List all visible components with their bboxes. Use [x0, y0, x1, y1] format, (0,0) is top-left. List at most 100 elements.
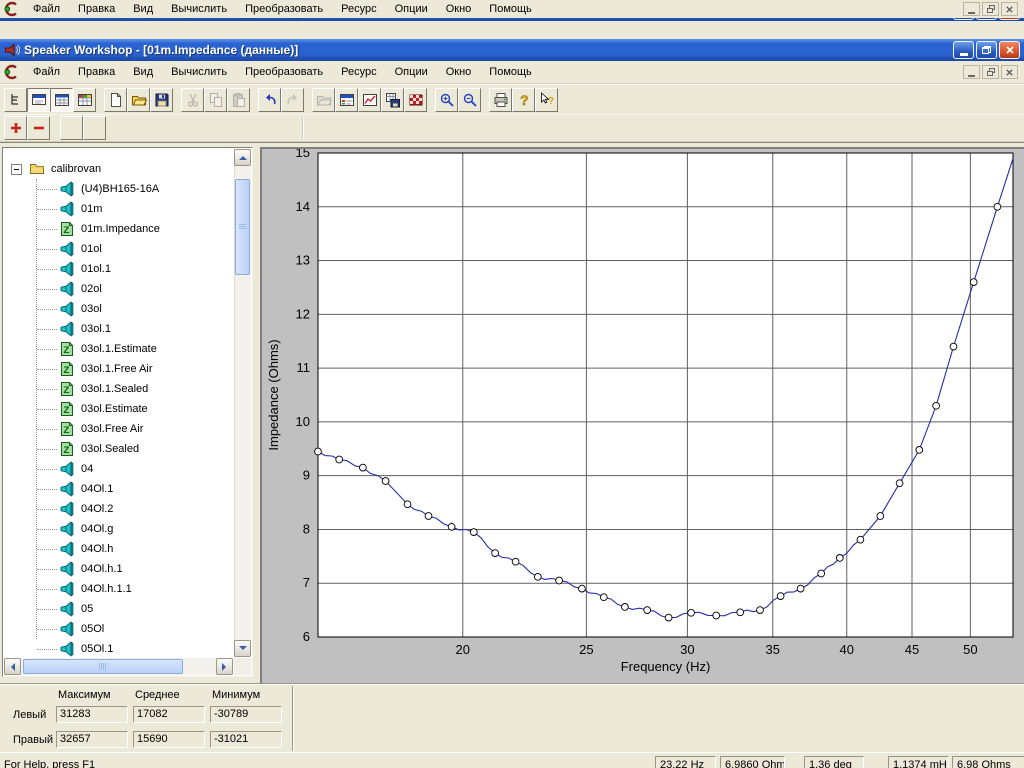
tree-item-03ol.1.Estimate[interactable]: Z03ol.1.Estimate	[3, 339, 234, 359]
menu-item-4[interactable]: Вычислить	[162, 0, 236, 18]
tree-item-01m.Impedance[interactable]: Z01m.Impedance	[3, 219, 234, 239]
tree-vertical-scrollbar[interactable]	[234, 149, 251, 657]
tree-item-03ol.Estimate[interactable]: Z03ol.Estimate	[3, 399, 234, 419]
menu-item-2[interactable]: Правка	[69, 0, 124, 18]
chart-view-button[interactable]	[358, 88, 381, 112]
speaker-icon	[59, 261, 75, 277]
menu-item-3[interactable]: Вид	[124, 0, 162, 18]
view-tree-button[interactable]	[4, 88, 27, 112]
tree-item-label: 01ol	[75, 239, 102, 259]
menu-item-7[interactable]: Опции	[386, 62, 437, 82]
toolbar-separator	[96, 88, 104, 112]
menu-item-5[interactable]: Преобразовать	[236, 0, 332, 18]
mdi-minimize-icon	[968, 12, 975, 14]
tree-item-05[interactable]: 05	[3, 599, 234, 619]
menu-item-6[interactable]: Ресурс	[332, 62, 385, 82]
status-impedance: 6.9860 Ohms	[720, 756, 785, 768]
menu-item-9[interactable]: Помощь	[480, 62, 541, 82]
new-document-button[interactable]	[104, 88, 127, 112]
menu-item-5[interactable]: Преобразовать	[236, 62, 332, 82]
mdi-minimize-button[interactable]	[963, 2, 980, 16]
save-data-button[interactable]	[381, 88, 404, 112]
mdi-close-button[interactable]	[1001, 65, 1018, 79]
tree-item-03ol.1.Sealed[interactable]: Z03ol.1.Sealed	[3, 379, 234, 399]
print-icon	[493, 92, 509, 108]
blank-1-button[interactable]	[60, 116, 83, 140]
tree-item-03ol.Free Air[interactable]: Z03ol.Free Air	[3, 419, 234, 439]
zoom-out-button[interactable]	[458, 88, 481, 112]
zoom-out-icon	[462, 92, 478, 108]
menu-item-2[interactable]: Правка	[69, 62, 124, 82]
y-tick-label: 8	[303, 521, 310, 536]
mdi-close-button[interactable]	[1001, 2, 1018, 16]
view-table-colored-button[interactable]	[73, 88, 96, 112]
menu-item-8[interactable]: Окно	[437, 62, 481, 82]
tree-item-label: 03ol.Estimate	[75, 399, 148, 419]
mdi-minimize-button[interactable]	[963, 65, 980, 79]
tree-item-04Ol.1[interactable]: 04Ol.1	[3, 479, 234, 499]
properties-window-button[interactable]	[335, 88, 358, 112]
help-button[interactable]: ?	[512, 88, 535, 112]
menu-item-4[interactable]: Вычислить	[162, 62, 236, 82]
collapse-toggle-icon[interactable]	[11, 164, 22, 175]
menu-item-7[interactable]: Опции	[386, 0, 437, 18]
open-file-button[interactable]	[127, 88, 150, 112]
tree-item-04Ol.h.1[interactable]: 04Ol.h.1	[3, 559, 234, 579]
zoom-in-button[interactable]	[435, 88, 458, 112]
data-point-marker	[382, 478, 389, 485]
menu-item-3[interactable]: Вид	[124, 62, 162, 82]
tree-item-05Ol.1[interactable]: 05Ol.1	[3, 639, 234, 658]
tree-item-01ol.1[interactable]: 01ol.1	[3, 259, 234, 279]
restore-button[interactable]	[976, 41, 997, 59]
y-tick-label: 7	[303, 575, 310, 590]
tree-item-label: 01m	[75, 199, 102, 219]
print-button[interactable]	[489, 88, 512, 112]
tree-item-02ol[interactable]: 02ol	[3, 279, 234, 299]
context-help-button[interactable]: ?	[535, 88, 558, 112]
scroll-left-button[interactable]	[4, 658, 21, 675]
save-button[interactable]	[150, 88, 173, 112]
add-button[interactable]	[4, 116, 27, 140]
data-point-marker	[688, 609, 695, 616]
view-window-button[interactable]	[27, 88, 50, 112]
mdi-restore-button[interactable]	[982, 65, 999, 79]
tree-item-05Ol[interactable]: 05Ol	[3, 619, 234, 639]
tree-horizontal-scrollbar[interactable]	[4, 658, 233, 675]
close-button[interactable]	[999, 41, 1020, 59]
horizontal-scroll-thumb[interactable]	[23, 659, 183, 674]
scroll-down-button[interactable]	[234, 640, 251, 657]
x-axis-label: Frequency (Hz)	[621, 659, 711, 674]
view-table-button[interactable]	[50, 88, 73, 112]
tree-item-03ol.Sealed[interactable]: Z03ol.Sealed	[3, 439, 234, 459]
scroll-up-button[interactable]	[234, 149, 251, 166]
menu-item-1[interactable]: Файл	[24, 62, 69, 82]
scroll-right-button[interactable]	[216, 658, 233, 675]
tree-item-01m[interactable]: 01m	[3, 199, 234, 219]
menu-item-8[interactable]: Окно	[437, 0, 481, 18]
tree-item-(U4)BH165-16A[interactable]: (U4)BH165-16A	[3, 179, 234, 199]
tree-item-03ol.1.Free Air[interactable]: Z03ol.1.Free Air	[3, 359, 234, 379]
menu-item-1[interactable]: Файл	[24, 0, 69, 18]
menu-item-6[interactable]: Ресурс	[332, 0, 385, 18]
undo-button[interactable]	[258, 88, 281, 112]
menu-item-9[interactable]: Помощь	[480, 0, 541, 18]
tree-item-root-calibrovan[interactable]: calibrovan	[3, 159, 234, 179]
mdi-restore-button[interactable]	[982, 2, 999, 16]
tree-item-01ol[interactable]: 01ol	[3, 239, 234, 259]
data-point-marker	[857, 536, 864, 543]
remove-button[interactable]	[27, 116, 50, 140]
tree-item-04Ol.h[interactable]: 04Ol.h	[3, 539, 234, 559]
tree-item-04[interactable]: 04	[3, 459, 234, 479]
impedance-chart: 678910111213141520253035404550Frequency …	[262, 149, 1024, 684]
export-data-button[interactable]	[404, 88, 427, 112]
tree-item-04Ol.g[interactable]: 04Ol.g	[3, 519, 234, 539]
minimize-button[interactable]	[953, 41, 974, 59]
vertical-scroll-thumb[interactable]	[235, 179, 250, 275]
toolbar-separator	[173, 88, 181, 112]
tree-item-label: 03ol.1.Sealed	[75, 379, 148, 399]
tree-item-03ol.1[interactable]: 03ol.1	[3, 319, 234, 339]
tree-item-04Ol.2[interactable]: 04Ol.2	[3, 499, 234, 519]
blank-2-button[interactable]	[83, 116, 106, 140]
tree-item-03ol[interactable]: 03ol	[3, 299, 234, 319]
tree-item-04Ol.h.1.1[interactable]: 04Ol.h.1.1	[3, 579, 234, 599]
